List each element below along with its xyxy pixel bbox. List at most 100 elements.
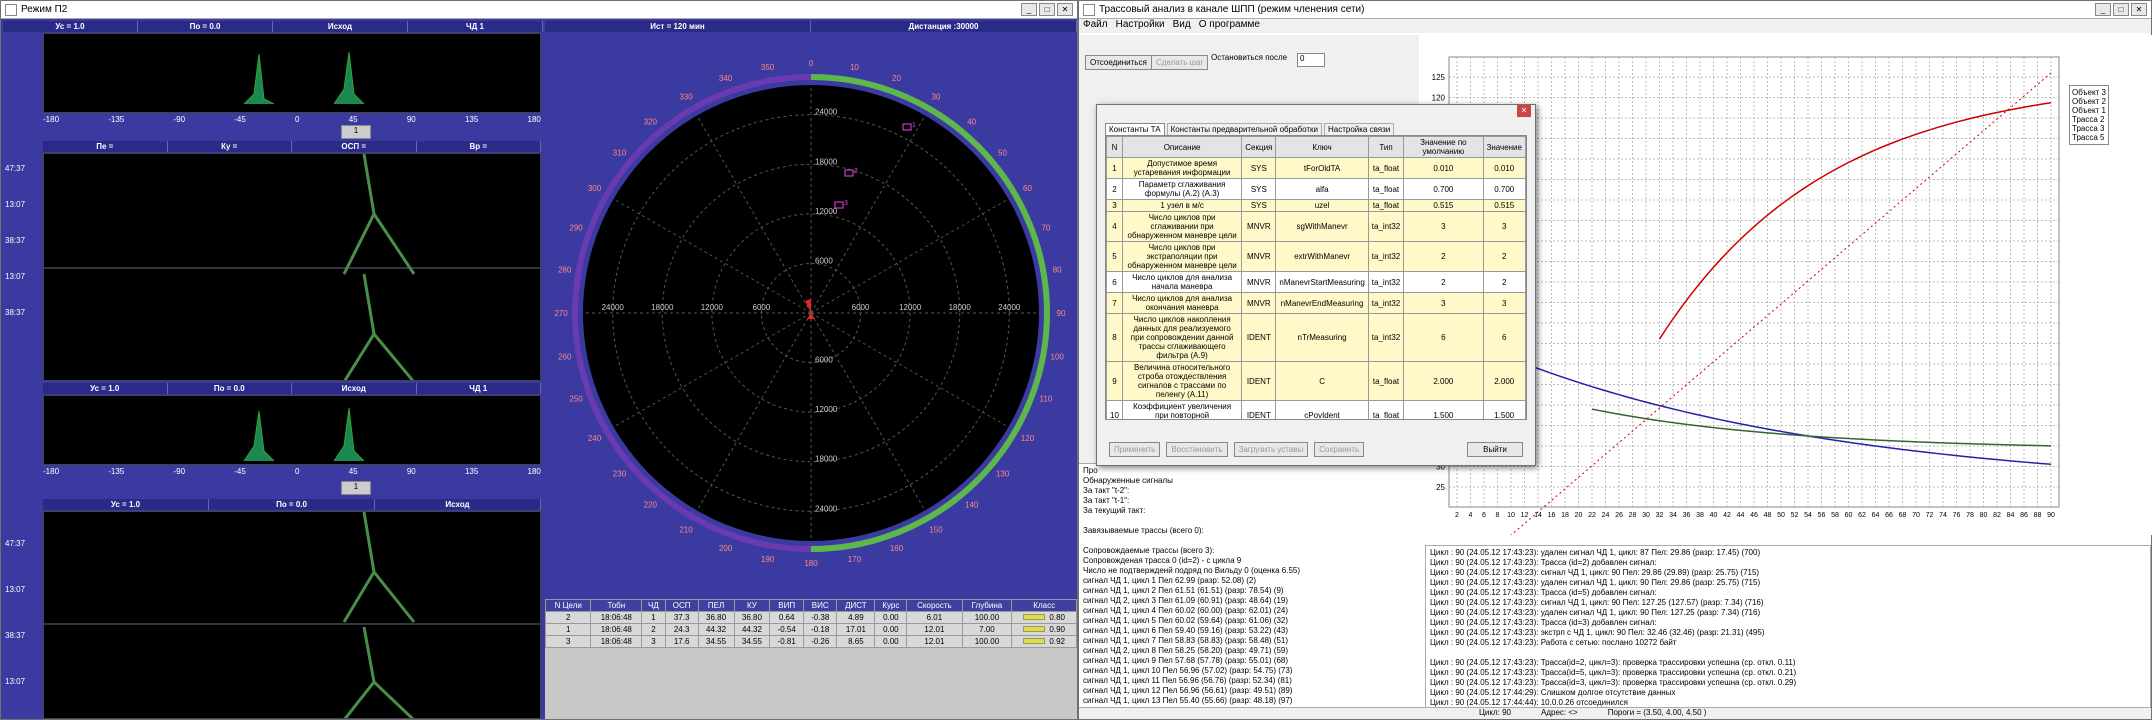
x-tick: 26	[1615, 512, 1623, 519]
constant-row[interactable]: 5 Число циклов при экстраполяции при обна…	[1106, 241, 1526, 272]
constant-row[interactable]: 2 Параметр сглаживания формулы (A.2) (A.3…	[1106, 178, 1526, 200]
log-line: сигнал ЧД 1, цикл 12 Пел 56.96 (56.61) (…	[1083, 686, 1293, 695]
col-header[interactable]: Значение	[1482, 136, 1526, 158]
constant-row[interactable]: 4 Число циклов при сглаживании при обнару…	[1106, 211, 1526, 242]
minimize-button[interactable]: _	[1021, 3, 1037, 16]
cell: MNVR	[1241, 211, 1277, 242]
x-tick: 78	[1966, 512, 1974, 519]
log-line: Обнаруженные сигналы	[1083, 476, 1173, 485]
offset-label: По = 0.0	[138, 21, 273, 32]
target-row[interactable]: 3 18:06:48 3 17.6 34.55 34.55 -0.81 -0.26 8.65 0.…	[544, 635, 1077, 648]
col-header[interactable]: Курс	[874, 599, 908, 612]
log-line: Цикл : 90 (24.05.12 17:43:23): Трасса(id…	[1430, 668, 1797, 677]
col-header[interactable]: ВИП	[769, 599, 804, 612]
target-row[interactable]: 1 18:06:48 2 24.3 44.32 44.32 -0.54 -0.18 17.01 0…	[544, 623, 1077, 636]
close-button[interactable]: ✕	[1057, 3, 1073, 16]
target-row[interactable]: 2 18:06:48 1 37.3 36.80 36.80 0.64 -0.38 4.89 0.0…	[544, 611, 1077, 624]
minimize-button[interactable]: _	[2095, 3, 2111, 16]
range-label: 24000	[815, 504, 838, 513]
stop-after-input[interactable]: 0	[1297, 53, 1325, 67]
maximize-button[interactable]: □	[1039, 3, 1055, 16]
dialog-titlebar: ✕	[1097, 105, 1535, 119]
constant-row[interactable]: 9 Величина относительного строба отождест…	[1106, 361, 1526, 401]
bearing-label: 230	[613, 470, 627, 479]
dialog-close-icon[interactable]: ✕	[1517, 105, 1531, 117]
col-header[interactable]: Глубина	[961, 599, 1013, 612]
source-label[interactable]: Исход	[273, 21, 408, 32]
col-header[interactable]: Ключ	[1275, 136, 1369, 158]
col-header[interactable]: ОСП	[664, 599, 699, 612]
x-tick: 14	[1534, 512, 1542, 519]
radar-header: Ист = 120 мин Дистанция :30000	[545, 21, 1077, 32]
cell: 6	[1106, 271, 1123, 293]
menu-view[interactable]: Вид	[1173, 19, 1191, 33]
menu-bar: Файл Настройки Вид О программе	[1079, 19, 2151, 33]
constant-row[interactable]: 6 Число циклов для анализа начала маневра…	[1106, 271, 1526, 293]
col-header[interactable]: Класс	[1011, 599, 1077, 612]
x-tick: 84	[2007, 512, 2015, 519]
selector-2[interactable]: 1	[341, 481, 371, 495]
tab-preprocess-constants[interactable]: Константы предварительной обработки	[1166, 123, 1322, 135]
exit-button[interactable]: Выйти	[1467, 442, 1523, 457]
track-log[interactable]: Про Обнаруженные сигналы За такт "t-2": За …	[1079, 463, 1423, 709]
constant-row[interactable]: 8 Число циклов накопления данных для реал…	[1106, 313, 1526, 362]
radar-scope[interactable]: 0 102030405060708090100110120130140150160…	[545, 33, 1077, 593]
cell: 0.010	[1482, 157, 1526, 179]
selector-1[interactable]: 1	[341, 125, 371, 139]
cell: ta_float	[1367, 178, 1405, 200]
cell: 37.3	[664, 611, 699, 624]
restore-button[interactable]: Восстановить	[1166, 442, 1228, 457]
constant-row[interactable]: 31 узел в м/с SYS uzel ta_float 0.515 0.515	[1106, 199, 1526, 212]
col-header[interactable]: Скорость	[906, 599, 963, 612]
range-label: 6000	[852, 303, 870, 312]
col-header[interactable]: Секция	[1241, 136, 1277, 158]
col-header[interactable]: N Цели	[544, 599, 592, 612]
x-tick: 68	[1899, 512, 1907, 519]
col-header[interactable]: ПЕЛ	[697, 599, 735, 612]
disconnect-button[interactable]: Отсоединиться	[1085, 55, 1152, 70]
cell: 8.65	[836, 635, 876, 648]
constant-row[interactable]: 10Коэффициент увеличения при повторной и…	[1106, 400, 1526, 419]
col-header[interactable]: КУ	[733, 599, 771, 612]
cell: 1	[1106, 157, 1123, 179]
tab-connection-settings[interactable]: Настройка связи	[1324, 123, 1395, 135]
x-tick: 48	[1764, 512, 1772, 519]
save-button[interactable]: Сохранить	[1314, 442, 1365, 457]
log-line: Цикл : 90 (24.05.12 17:43:23): удален си…	[1430, 578, 1761, 587]
spectrum-chart-1	[43, 33, 541, 113]
cell: 36.80	[697, 611, 735, 624]
gain-label: Ус = 1.0	[3, 21, 138, 32]
col-header[interactable]: N	[1106, 136, 1123, 158]
log-line: сигнал ЧД 1, цикл 6 Пел 59.40 (59.16) (р…	[1083, 626, 1289, 635]
col-header[interactable]: Тобн	[590, 599, 643, 612]
constant-row[interactable]: 1 Допустимое время устаревания информации…	[1106, 157, 1526, 179]
channel-label[interactable]: ЧД 1	[408, 21, 543, 32]
col-header[interactable]: Тип	[1367, 136, 1405, 158]
step-button[interactable]: Сделать шаг	[1151, 55, 1209, 70]
col-header[interactable]: ВИС	[802, 599, 838, 612]
cell: 1.500	[1403, 400, 1484, 419]
cell: SYS	[1241, 199, 1277, 212]
col-header[interactable]: ДИСТ	[836, 599, 876, 612]
menu-settings[interactable]: Настройки	[1116, 19, 1165, 33]
bearing-label: 130	[996, 470, 1010, 479]
event-log[interactable]: Цикл : 90 (24.05.12 17:43:23): удален си…	[1425, 545, 2151, 709]
log-line: Завязываемые трассы (всего 0):	[1083, 526, 1204, 535]
cell: 1	[544, 623, 592, 636]
constant-row[interactable]: 7 Число циклов для анализа окончания мане…	[1106, 292, 1526, 314]
chart-legend: Объект 3 Объект 2 Объект 1 Трасса 2 Трасса 3…	[2069, 85, 2109, 145]
close-button[interactable]: ✕	[2131, 3, 2147, 16]
stop-after-label: Остановиться после	[1211, 53, 1288, 62]
menu-file[interactable]: Файл	[1083, 19, 1108, 33]
col-header[interactable]: ЧД	[641, 599, 666, 612]
menu-about[interactable]: О программе	[1199, 19, 1260, 33]
apply-button[interactable]: Применить	[1109, 442, 1161, 457]
constants-grid[interactable]: N Описание Секция Ключ Тип Значение по умолча…	[1106, 136, 1526, 419]
col-header[interactable]: Значение по умолчанию	[1403, 136, 1484, 158]
tab-ta-constants[interactable]: Константы ТА	[1105, 123, 1165, 135]
col-header[interactable]: Описание	[1121, 136, 1243, 158]
cell: 12.01	[906, 635, 963, 648]
maximize-button[interactable]: □	[2113, 3, 2129, 16]
load-settings-button[interactable]: Загрузить уставы	[1233, 442, 1309, 457]
